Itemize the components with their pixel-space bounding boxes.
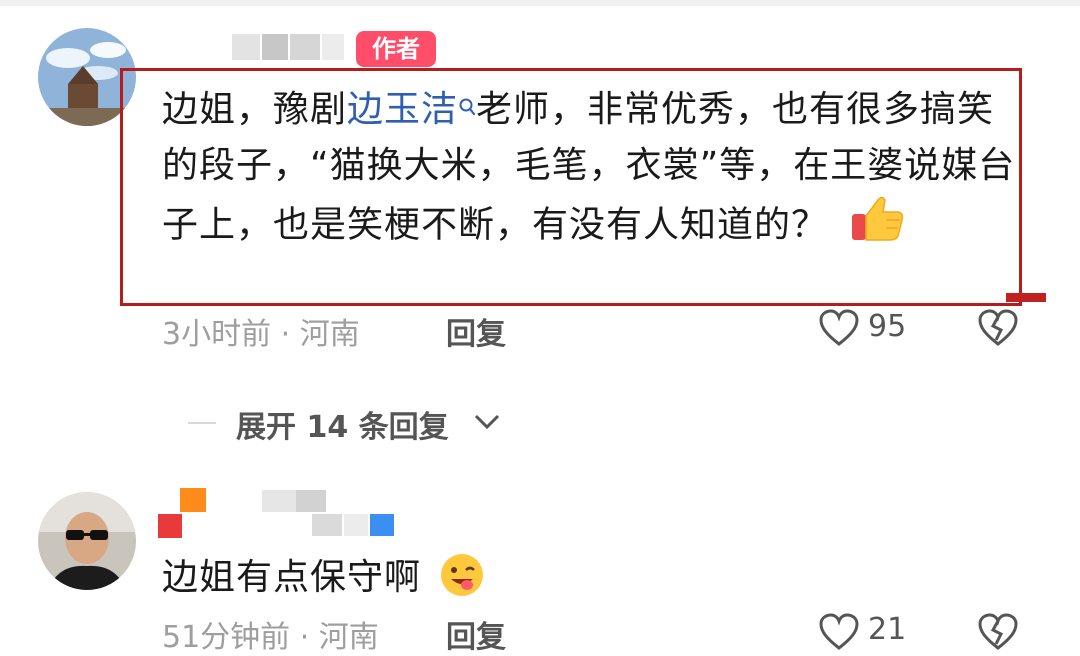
expand-divider (188, 422, 216, 424)
expand-replies-label[interactable]: 展开 14 条回复 (236, 402, 449, 446)
heart-icon[interactable] (818, 308, 860, 352)
reply-button[interactable]: 回复 (446, 612, 506, 656)
dislike-icon[interactable] (976, 612, 1020, 656)
reply-button[interactable]: 回复 (446, 309, 506, 353)
comment-text-start: 边姐，豫剧 (162, 89, 348, 130)
heart-icon[interactable] (818, 612, 860, 656)
avatar[interactable] (38, 492, 136, 590)
like-count: 21 (868, 612, 907, 647)
comment-meta: 51分钟前 · 河南 (162, 620, 379, 655)
winking-tongue-face-icon (439, 552, 485, 607)
search-icon[interactable] (458, 78, 476, 134)
like-count: 95 (868, 309, 907, 344)
comment-text: 边姐有点保守啊 (162, 548, 485, 607)
comment-text: 边姐，豫剧边玉洁 老师，非常优秀，也有很多搞笑的段子，“猫换大米，毛笔，衣裳”等，… (162, 82, 1024, 259)
keyword-link[interactable]: 边玉洁 (347, 89, 458, 130)
top-divider (0, 0, 1080, 6)
comment-meta: 3小时前 · 河南 (162, 317, 360, 352)
highlight-box-tail (1006, 293, 1046, 302)
author-tag: 作者 (356, 31, 436, 67)
thumbs-up-icon (850, 194, 906, 259)
comment-text-body: 边姐有点保守啊 (162, 557, 422, 598)
chevron-down-icon[interactable] (472, 408, 502, 438)
dislike-icon[interactable] (976, 308, 1020, 352)
